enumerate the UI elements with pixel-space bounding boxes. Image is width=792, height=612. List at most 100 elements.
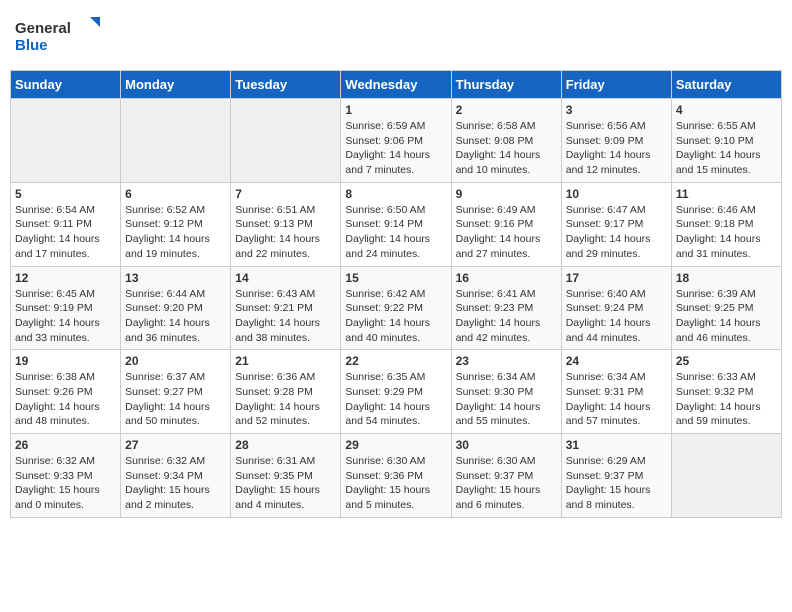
week-row-4: 26 Sunrise: 6:32 AM Sunset: 9:33 PM Dayli… (11, 434, 782, 518)
day-info: Sunrise: 6:54 AM Sunset: 9:11 PM Dayligh… (15, 203, 116, 262)
day-number: 31 (566, 438, 667, 452)
calendar-cell: 5 Sunrise: 6:54 AM Sunset: 9:11 PM Daylig… (11, 182, 121, 266)
week-row-3: 19 Sunrise: 6:38 AM Sunset: 9:26 PM Dayli… (11, 350, 782, 434)
day-info: Sunrise: 6:39 AM Sunset: 9:25 PM Dayligh… (676, 287, 777, 346)
calendar-cell: 28Sunrise: 6:31 AM Sunset: 9:35 PM Dayli… (231, 434, 341, 518)
day-number: 21 (235, 354, 336, 368)
day-number: 14 (235, 271, 336, 285)
day-number: 19 (15, 354, 116, 368)
week-row-0: 1 Sunrise: 6:59 AM Sunset: 9:06 PM Daylig… (11, 99, 782, 183)
weekday-header-row: SundayMondayTuesdayWednesdayThursdayFrid… (11, 71, 782, 99)
day-number: 17 (566, 271, 667, 285)
day-info: Sunrise: 6:30 AM Sunset: 9:36 PM Dayligh… (345, 454, 446, 513)
calendar-cell (671, 434, 781, 518)
day-info: Sunrise: 6:30 AM Sunset: 9:37 PM Dayligh… (456, 454, 557, 513)
day-number: 16 (456, 271, 557, 285)
day-info: Sunrise: 6:47 AM Sunset: 9:17 PM Dayligh… (566, 203, 667, 262)
day-info: Sunrise: 6:52 AM Sunset: 9:12 PM Dayligh… (125, 203, 226, 262)
calendar-cell: 7 Sunrise: 6:51 AM Sunset: 9:13 PM Daylig… (231, 182, 341, 266)
day-info: Sunrise: 6:35 AM Sunset: 9:29 PM Dayligh… (345, 370, 446, 429)
day-info: Sunrise: 6:33 AM Sunset: 9:32 PM Dayligh… (676, 370, 777, 429)
day-number: 8 (345, 187, 446, 201)
day-number: 12 (15, 271, 116, 285)
calendar-cell: 12 Sunrise: 6:45 AM Sunset: 9:19 PM Dayli… (11, 266, 121, 350)
day-number: 22 (345, 354, 446, 368)
day-number: 4 (676, 103, 777, 117)
day-info: Sunrise: 6:34 AM Sunset: 9:30 PM Dayligh… (456, 370, 557, 429)
day-info: Sunrise: 6:36 AM Sunset: 9:28 PM Dayligh… (235, 370, 336, 429)
day-info: Sunrise: 6:50 AM Sunset: 9:14 PM Dayligh… (345, 203, 446, 262)
weekday-header-wednesday: Wednesday (341, 71, 451, 99)
calendar-cell: 21 Sunrise: 6:36 AM Sunset: 9:28 PM Dayli… (231, 350, 341, 434)
day-number: 7 (235, 187, 336, 201)
svg-text:Blue: Blue (15, 37, 48, 54)
calendar-cell: 24Sunrise: 6:34 AM Sunset: 9:31 PM Dayli… (561, 350, 671, 434)
calendar-cell: 16Sunrise: 6:41 AM Sunset: 9:23 PM Dayli… (451, 266, 561, 350)
week-row-2: 12 Sunrise: 6:45 AM Sunset: 9:19 PM Dayli… (11, 266, 782, 350)
page-header: General Blue (10, 10, 782, 60)
day-number: 26 (15, 438, 116, 452)
day-info: Sunrise: 6:56 AM Sunset: 9:09 PM Dayligh… (566, 119, 667, 178)
calendar-cell: 22 Sunrise: 6:35 AM Sunset: 9:29 PM Dayli… (341, 350, 451, 434)
day-info: Sunrise: 6:51 AM Sunset: 9:13 PM Dayligh… (235, 203, 336, 262)
day-number: 2 (456, 103, 557, 117)
calendar-cell: 3 Sunrise: 6:56 AM Sunset: 9:09 PM Daylig… (561, 99, 671, 183)
weekday-header-monday: Monday (121, 71, 231, 99)
day-info: Sunrise: 6:37 AM Sunset: 9:27 PM Dayligh… (125, 370, 226, 429)
week-row-1: 5 Sunrise: 6:54 AM Sunset: 9:11 PM Daylig… (11, 182, 782, 266)
calendar-table: SundayMondayTuesdayWednesdayThursdayFrid… (10, 70, 782, 518)
day-info: Sunrise: 6:58 AM Sunset: 9:08 PM Dayligh… (456, 119, 557, 178)
day-number: 13 (125, 271, 226, 285)
day-number: 3 (566, 103, 667, 117)
weekday-header-friday: Friday (561, 71, 671, 99)
day-number: 27 (125, 438, 226, 452)
day-number: 9 (456, 187, 557, 201)
day-number: 25 (676, 354, 777, 368)
day-info: Sunrise: 6:45 AM Sunset: 9:19 PM Dayligh… (15, 287, 116, 346)
day-number: 10 (566, 187, 667, 201)
logo-svg: General Blue (15, 15, 105, 55)
weekday-header-saturday: Saturday (671, 71, 781, 99)
day-number: 28 (235, 438, 336, 452)
day-info: Sunrise: 6:55 AM Sunset: 9:10 PM Dayligh… (676, 119, 777, 178)
day-info: Sunrise: 6:29 AM Sunset: 9:37 PM Dayligh… (566, 454, 667, 513)
calendar-cell (11, 99, 121, 183)
day-info: Sunrise: 6:46 AM Sunset: 9:18 PM Dayligh… (676, 203, 777, 262)
calendar-cell: 19 Sunrise: 6:38 AM Sunset: 9:26 PM Dayli… (11, 350, 121, 434)
day-info: Sunrise: 6:38 AM Sunset: 9:26 PM Dayligh… (15, 370, 116, 429)
calendar-cell: 20 Sunrise: 6:37 AM Sunset: 9:27 PM Dayli… (121, 350, 231, 434)
calendar-cell: 2 Sunrise: 6:58 AM Sunset: 9:08 PM Daylig… (451, 99, 561, 183)
calendar-cell: 4 Sunrise: 6:55 AM Sunset: 9:10 PM Daylig… (671, 99, 781, 183)
calendar-cell: 27 Sunrise: 6:32 AM Sunset: 9:34 PM Dayli… (121, 434, 231, 518)
day-info: Sunrise: 6:43 AM Sunset: 9:21 PM Dayligh… (235, 287, 336, 346)
calendar-cell (231, 99, 341, 183)
weekday-header-thursday: Thursday (451, 71, 561, 99)
weekday-header-sunday: Sunday (11, 71, 121, 99)
day-info: Sunrise: 6:32 AM Sunset: 9:34 PM Dayligh… (125, 454, 226, 513)
day-number: 20 (125, 354, 226, 368)
logo: General Blue (15, 15, 105, 55)
day-number: 30 (456, 438, 557, 452)
day-number: 15 (345, 271, 446, 285)
calendar-cell: 9Sunrise: 6:49 AM Sunset: 9:16 PM Daylig… (451, 182, 561, 266)
day-info: Sunrise: 6:44 AM Sunset: 9:20 PM Dayligh… (125, 287, 226, 346)
calendar-cell: 13 Sunrise: 6:44 AM Sunset: 9:20 PM Dayli… (121, 266, 231, 350)
day-info: Sunrise: 6:59 AM Sunset: 9:06 PM Dayligh… (345, 119, 446, 178)
calendar-cell: 18Sunrise: 6:39 AM Sunset: 9:25 PM Dayli… (671, 266, 781, 350)
calendar-cell: 14 Sunrise: 6:43 AM Sunset: 9:21 PM Dayli… (231, 266, 341, 350)
calendar-cell: 29 Sunrise: 6:30 AM Sunset: 9:36 PM Dayli… (341, 434, 451, 518)
svg-text:General: General (15, 20, 71, 37)
calendar-cell: 31 Sunrise: 6:29 AM Sunset: 9:37 PM Dayli… (561, 434, 671, 518)
day-number: 29 (345, 438, 446, 452)
calendar-cell: 30 Sunrise: 6:30 AM Sunset: 9:37 PM Dayli… (451, 434, 561, 518)
calendar-cell: 17 Sunrise: 6:40 AM Sunset: 9:24 PM Dayli… (561, 266, 671, 350)
day-info: Sunrise: 6:32 AM Sunset: 9:33 PM Dayligh… (15, 454, 116, 513)
calendar-cell: 15Sunrise: 6:42 AM Sunset: 9:22 PM Dayli… (341, 266, 451, 350)
calendar-cell: 6Sunrise: 6:52 AM Sunset: 9:12 PM Daylig… (121, 182, 231, 266)
day-number: 5 (15, 187, 116, 201)
calendar-cell: 1 Sunrise: 6:59 AM Sunset: 9:06 PM Daylig… (341, 99, 451, 183)
day-info: Sunrise: 6:40 AM Sunset: 9:24 PM Dayligh… (566, 287, 667, 346)
calendar-cell: 10 Sunrise: 6:47 AM Sunset: 9:17 PM Dayli… (561, 182, 671, 266)
calendar-cell: 26 Sunrise: 6:32 AM Sunset: 9:33 PM Dayli… (11, 434, 121, 518)
day-number: 1 (345, 103, 446, 117)
